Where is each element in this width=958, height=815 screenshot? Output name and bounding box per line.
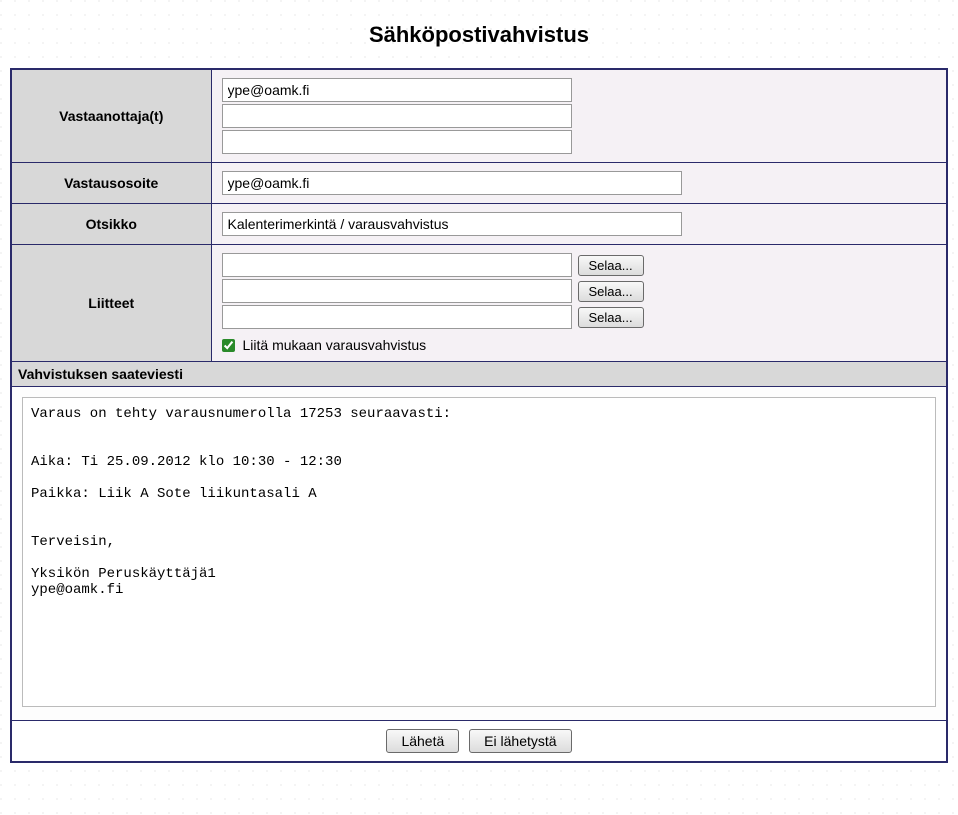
email-form-table: Vastaanottaja(t) Vastausosoite Otsikko L…: [10, 68, 948, 763]
attachment-input-3[interactable]: [222, 305, 572, 329]
include-confirmation-label: Liitä mukaan varausvahvistus: [243, 337, 427, 353]
browse-button-3[interactable]: Selaa...: [578, 307, 644, 328]
no-send-button[interactable]: Ei lähetystä: [469, 729, 571, 753]
replyto-input[interactable]: [222, 171, 682, 195]
recipient-input-2[interactable]: [222, 104, 572, 128]
send-button[interactable]: Lähetä: [386, 729, 459, 753]
attachment-input-2[interactable]: [222, 279, 572, 303]
include-confirmation-checkbox[interactable]: [222, 339, 235, 352]
recipients-label: Vastaanottaja(t): [11, 69, 211, 163]
replyto-label: Vastausosoite: [11, 163, 211, 204]
attachments-label: Liitteet: [11, 245, 211, 362]
message-section-header: Vahvistuksen saateviesti: [11, 362, 947, 387]
subject-label: Otsikko: [11, 204, 211, 245]
subject-input[interactable]: [222, 212, 682, 236]
browse-button-2[interactable]: Selaa...: [578, 281, 644, 302]
attachment-input-1[interactable]: [222, 253, 572, 277]
browse-button-1[interactable]: Selaa...: [578, 255, 644, 276]
recipient-input-1[interactable]: [222, 78, 572, 102]
message-textarea[interactable]: [22, 397, 936, 707]
page-title: Sähköpostivahvistus: [10, 22, 948, 48]
recipient-input-3[interactable]: [222, 130, 572, 154]
